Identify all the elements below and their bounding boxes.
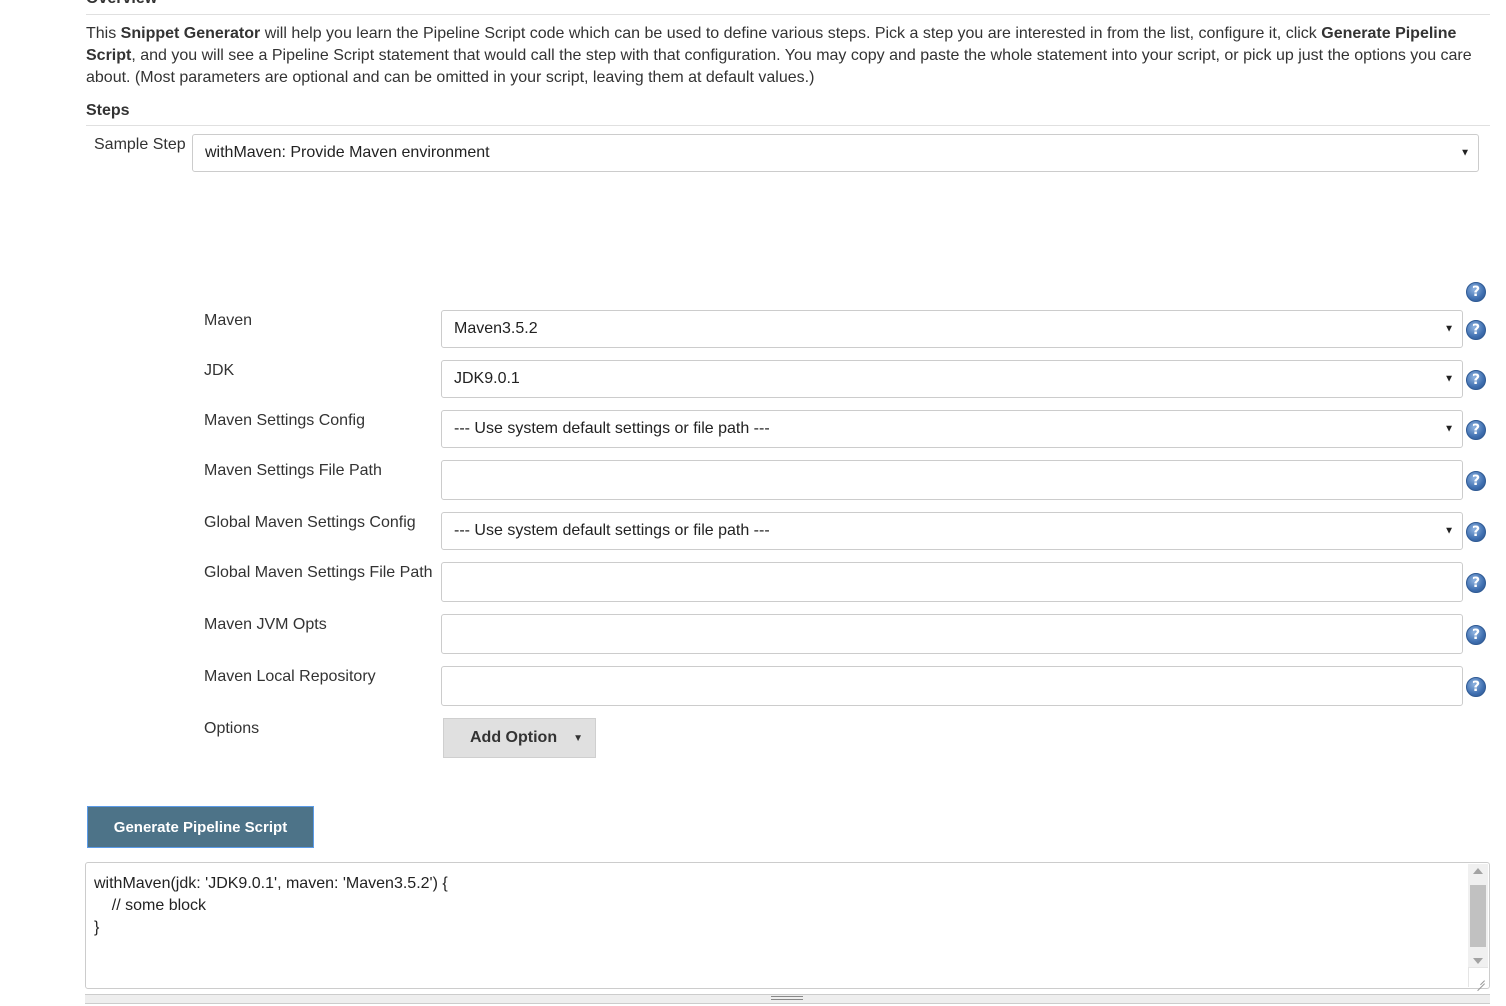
maven-value: Maven3.5.2: [454, 320, 538, 337]
maven-select[interactable]: Maven3.5.2 ▼: [441, 310, 1463, 348]
maven-settings-file-path-input[interactable]: [441, 460, 1463, 500]
maven-jvm-opts-input[interactable]: [441, 614, 1463, 654]
generate-pipeline-script-label: Generate Pipeline Script: [113, 818, 288, 836]
maven-local-repository-input[interactable]: [441, 666, 1463, 706]
sample-step-select[interactable]: withMaven: Provide Maven environment ▼: [192, 134, 1479, 172]
maven-settings-config-label: Maven Settings Config: [204, 412, 365, 429]
generated-script-output[interactable]: withMaven(jdk: 'JDK9.0.1', maven: 'Maven…: [85, 862, 1490, 989]
maven-local-repository-label: Maven Local Repository: [204, 668, 376, 685]
options-label: Options: [204, 720, 260, 737]
global-maven-settings-config-help-icon[interactable]: ?: [1466, 522, 1486, 542]
global-maven-settings-config-value: --- Use system default settings or file …: [454, 522, 770, 539]
maven-settings-config-select[interactable]: --- Use system default settings or file …: [441, 410, 1463, 448]
global-maven-settings-file-path-input[interactable]: [441, 562, 1463, 602]
maven-local-repository-help-icon[interactable]: ?: [1466, 677, 1486, 697]
jdk-label: JDK: [204, 362, 235, 379]
maven-settings-config-value: --- Use system default settings or file …: [454, 420, 770, 437]
overview-title: Overview: [86, 0, 157, 7]
maven-settings-config-help-icon[interactable]: ?: [1466, 420, 1486, 440]
desc-text-2: will help you learn the Pipeline Script …: [260, 25, 1322, 42]
desc-text-3: , and you will see a Pipeline Script sta…: [86, 47, 1472, 86]
generate-pipeline-script-button[interactable]: Generate Pipeline Script: [87, 806, 314, 848]
chevron-down-icon: ▼: [1444, 323, 1454, 335]
maven-settings-file-path-label: Maven Settings File Path: [204, 462, 382, 479]
resize-grip-icon[interactable]: [1468, 967, 1488, 987]
drag-handle-icon[interactable]: [771, 996, 803, 1000]
scroll-down-arrow-icon[interactable]: [1473, 958, 1483, 964]
add-option-label: Add Option: [470, 729, 558, 746]
jdk-help-icon[interactable]: ?: [1466, 370, 1486, 390]
overview-description: This Snippet Generator will help you lea…: [86, 23, 1486, 89]
desc-bold-snippet-generator: Snippet Generator: [120, 25, 261, 42]
chevron-down-icon: ▼: [573, 733, 583, 744]
steps-title: Steps: [86, 102, 130, 119]
global-maven-settings-config-label: Global Maven Settings Config: [204, 514, 416, 531]
global-maven-settings-config-select[interactable]: --- Use system default settings or file …: [441, 512, 1463, 550]
maven-jvm-opts-help-icon[interactable]: ?: [1466, 625, 1486, 645]
steps-header: Steps: [86, 101, 1490, 126]
maven-help-icon[interactable]: ?: [1466, 320, 1486, 340]
chevron-down-icon: ▼: [1444, 423, 1454, 435]
maven-label: Maven: [204, 312, 253, 329]
global-maven-settings-file-path-help-icon[interactable]: ?: [1466, 573, 1486, 593]
scrollbar-thumb[interactable]: [1470, 885, 1486, 947]
chevron-down-icon: ▼: [1460, 147, 1470, 159]
maven-jvm-opts-label: Maven JVM Opts: [204, 616, 327, 633]
help-icon[interactable]: ?: [1466, 282, 1486, 302]
jdk-value: JDK9.0.1: [454, 370, 520, 387]
textarea-resize-bar[interactable]: [85, 994, 1490, 1004]
global-maven-settings-file-path-label: Global Maven Settings File Path: [204, 564, 433, 581]
sample-step-label: Sample Step: [94, 136, 186, 153]
maven-settings-file-path-help-icon[interactable]: ?: [1466, 471, 1486, 491]
jdk-select[interactable]: JDK9.0.1 ▼: [441, 360, 1463, 398]
chevron-down-icon: ▼: [1444, 373, 1454, 385]
chevron-down-icon: ▼: [1444, 525, 1454, 537]
desc-text-1: This: [86, 25, 121, 42]
add-option-button[interactable]: Add Option ▼: [443, 718, 596, 758]
generated-script-text: withMaven(jdk: 'JDK9.0.1', maven: 'Maven…: [94, 875, 448, 936]
overview-header: Overview: [86, 0, 1490, 15]
sample-step-value: withMaven: Provide Maven environment: [205, 144, 490, 161]
vertical-scrollbar[interactable]: [1468, 864, 1488, 968]
scroll-up-arrow-icon[interactable]: [1473, 868, 1483, 874]
